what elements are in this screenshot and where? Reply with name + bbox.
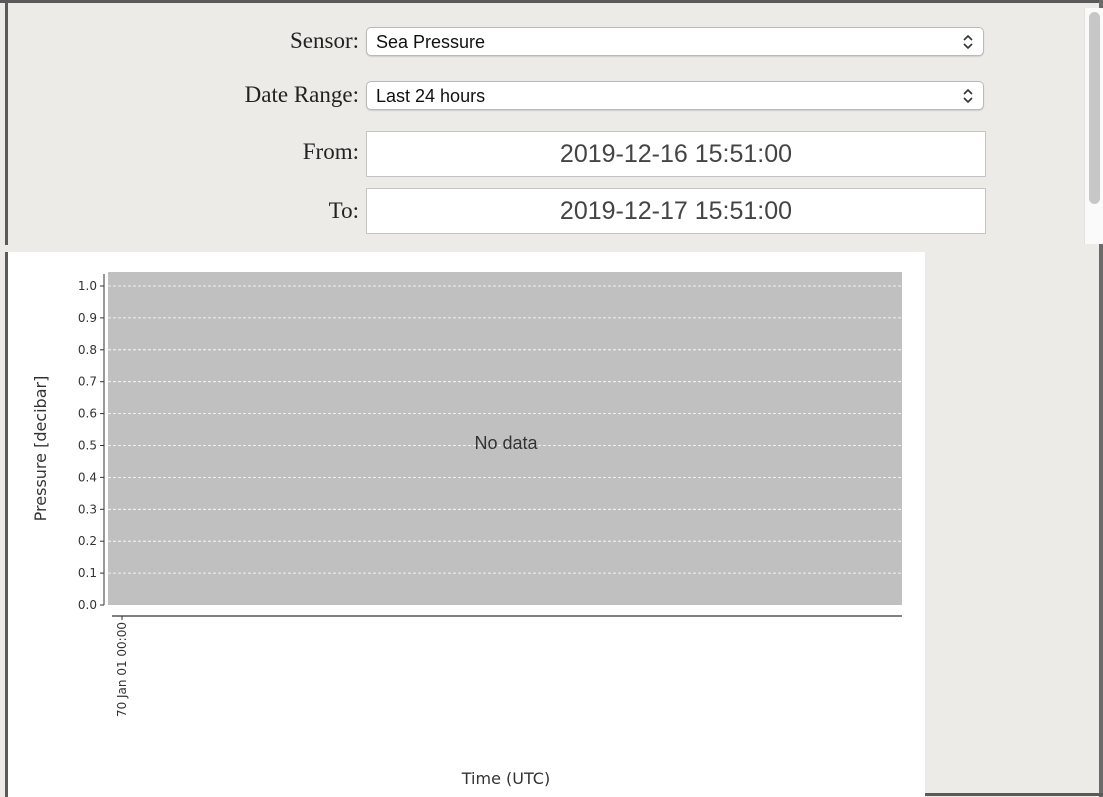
sensor-label: Sensor: [290,28,359,53]
from-datetime-field[interactable]: 2019-12-16 15:51:00 [366,131,986,177]
y-tick-label: 0.3 [78,502,97,516]
no-data-message: No data [474,433,538,453]
y-tick-label: 0.1 [78,566,97,580]
pressure-chart: 0.0 0.1 0.2 0.3 0.4 0.5 0.6 0.7 0.8 0.9 1.0 70 Jan… [8,252,925,797]
from-label: From: [302,139,359,164]
x-axis: 70 Jan 01 00:00 [112,615,902,717]
x-tick-label: 70 Jan 01 00:00 [115,622,129,717]
chart-svg: 0.0 0.1 0.2 0.3 0.4 0.5 0.6 0.7 0.8 0.9 1.0 70 Jan… [31,272,902,788]
y-tick-label: 0.7 [78,375,97,389]
y-tick-label: 0.9 [78,311,97,325]
y-axis-label: Pressure [decibar] [31,376,50,522]
chevron-up-down-icon [963,88,973,104]
y-tick-label: 0.4 [78,470,97,484]
x-axis-label: Time (UTC) [461,769,550,788]
date-range-select[interactable]: Last 24 hours [366,81,984,110]
window-border-top [0,0,1103,3]
to-datetime-field[interactable]: 2019-12-17 15:51:00 [366,188,986,234]
date-range-label: Date Range: [244,82,359,107]
to-label: To: [328,198,359,223]
y-tick-label: 0.0 [78,598,97,612]
window-border-left [5,0,8,245]
y-tick-label: 0.2 [78,534,97,548]
chevron-up-down-icon [963,34,973,50]
window-border-bottom [925,793,1103,796]
vertical-scrollbar-thumb[interactable] [1089,12,1100,204]
sensor-select-value: Sea Pressure [376,32,486,52]
y-tick-label: 0.8 [78,343,97,357]
y-tick-label: 0.6 [78,407,97,421]
date-range-select-value: Last 24 hours [376,86,486,106]
y-tick-label: 1.0 [78,279,97,293]
y-axis: 0.0 0.1 0.2 0.3 0.4 0.5 0.6 0.7 0.8 0.9 1.0 [78,274,105,612]
sensor-select[interactable]: Sea Pressure [366,27,984,56]
y-tick-label: 0.5 [78,439,97,453]
